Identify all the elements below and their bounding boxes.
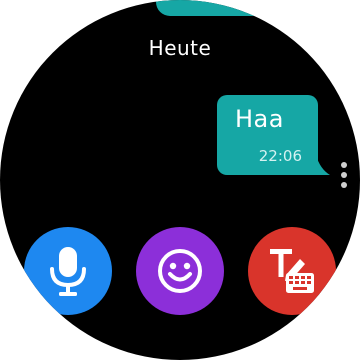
message-text: Haa xyxy=(235,105,284,133)
previous-message-bubble[interactable] xyxy=(156,0,280,16)
emoji-button[interactable] xyxy=(136,227,224,315)
message-bubble[interactable]: Haa 22:06 xyxy=(217,95,318,175)
keyboard-input-button[interactable] xyxy=(248,227,336,315)
voice-input-button[interactable] xyxy=(24,227,112,315)
message-time: 22:06 xyxy=(258,147,302,165)
date-divider: Heute xyxy=(148,36,212,60)
microphone-icon xyxy=(50,247,86,296)
more-options-icon[interactable] xyxy=(338,162,350,194)
smiley-icon xyxy=(158,249,202,293)
watch-screen: Heute Haa 22:06 xyxy=(0,0,360,360)
message-bubble-tail xyxy=(316,155,330,175)
handwriting-keyboard-icon xyxy=(270,249,314,293)
